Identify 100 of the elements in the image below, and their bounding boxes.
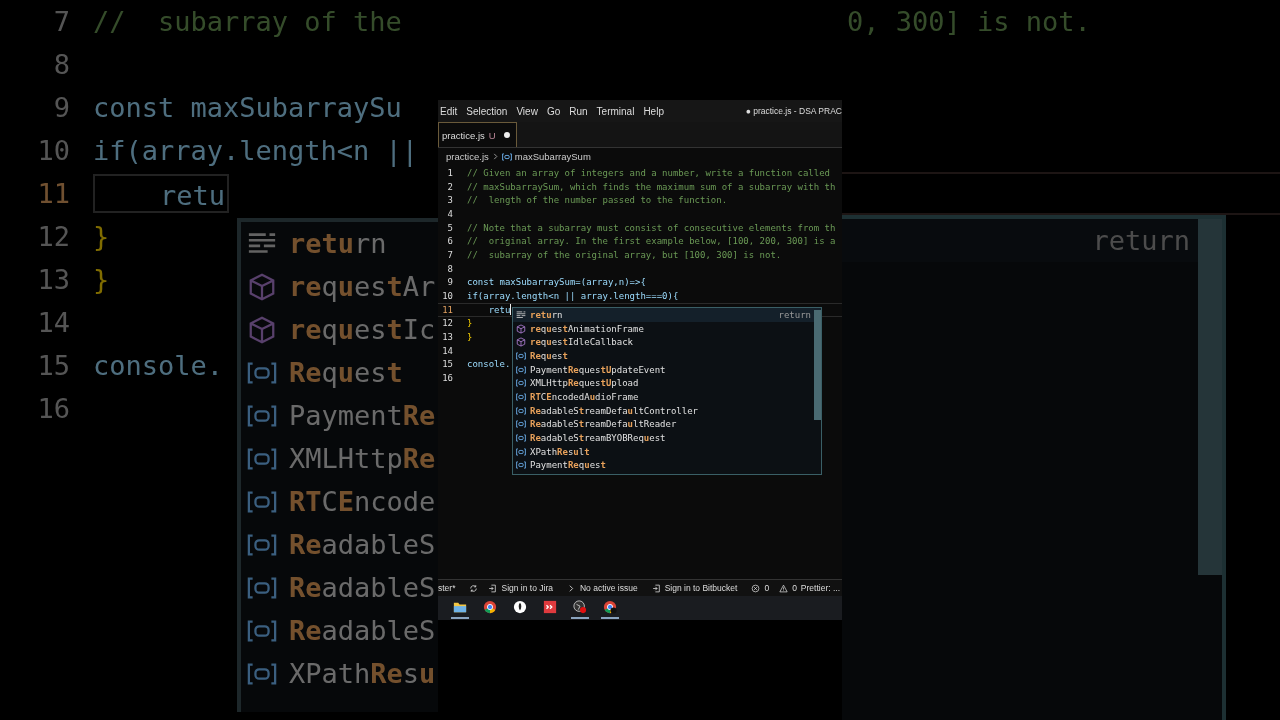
- status-item[interactable]: Sign in to Jira: [501, 583, 553, 593]
- suggestion-label[interactable]: return: [289, 228, 387, 259]
- suggestion-label[interactable]: RTCEncodedAudioFrame: [530, 391, 639, 402]
- line-number: 8: [52, 49, 71, 80]
- breadcrumb-file[interactable]: practice.js: [446, 151, 489, 162]
- warning-icon: [779, 583, 789, 593]
- variable-icon: [516, 350, 526, 361]
- status-item[interactable]: Prettier: ...: [800, 583, 841, 593]
- line-number: 11: [441, 304, 453, 315]
- suggestion-label[interactable]: requestAnimationFrame: [530, 323, 644, 334]
- line-number: 8: [446, 263, 453, 274]
- suggestion-detail: return: [1092, 225, 1190, 256]
- menu-item[interactable]: Selection: [466, 105, 508, 117]
- status-item[interactable]: 0: [764, 583, 770, 593]
- suggestion-label[interactable]: XMLHttpRe: [289, 443, 436, 474]
- line-number: 15: [441, 359, 453, 370]
- status-item[interactable]: No active issue: [580, 583, 638, 593]
- code-line: // Note that a subarray must consist of consecutive elements from th: [467, 222, 836, 233]
- menu-item[interactable]: Terminal: [596, 105, 635, 117]
- status-item[interactable]: Sign in to Bitbucket: [664, 583, 738, 593]
- suggestion-label[interactable]: ReadableS: [289, 529, 436, 560]
- code-line: const maxSubarraySum=(array,n)=>{: [467, 277, 646, 288]
- chevron-icon: [567, 583, 576, 593]
- line-number: 14: [441, 345, 453, 356]
- code-line: // length of the number passed to the function.: [467, 195, 728, 206]
- browser-profile-icon: [603, 600, 617, 614]
- sign-in-icon: [488, 583, 498, 593]
- menu-item[interactable]: View: [516, 105, 538, 117]
- suggestion-label[interactable]: return: [530, 309, 563, 320]
- suggestion-label[interactable]: Request: [289, 357, 403, 388]
- line-number: 14: [36, 307, 71, 338]
- variable-icon: [516, 378, 526, 389]
- line-number: 10: [36, 135, 71, 166]
- suggestion-label[interactable]: requestIc: [289, 314, 436, 345]
- menu-item[interactable]: Run: [569, 105, 588, 117]
- suggestion-label[interactable]: Request: [530, 350, 568, 361]
- line-number: 11: [36, 178, 71, 209]
- menu-item[interactable]: Go: [546, 105, 561, 117]
- line-number: 6: [446, 236, 453, 247]
- line-number: 12: [36, 221, 71, 252]
- suggestion-label[interactable]: XPathResult: [530, 446, 590, 457]
- line-number: 10: [441, 291, 453, 302]
- window-title: ● practice.js - DSA PRAC: [745, 106, 842, 116]
- suggestion-label[interactable]: XPathResu: [289, 658, 436, 689]
- variable-icon: [516, 391, 526, 402]
- breadcrumb-symbol[interactable]: maxSubarraySum: [514, 151, 591, 162]
- code-line: // maxSubarraySum, which finds the maximum sum of a subarray with th: [467, 181, 836, 192]
- scrollbar[interactable]: [1198, 219, 1222, 575]
- line-number: 13: [441, 332, 453, 343]
- suggestion-label[interactable]: ReadableStreamDefaultController: [530, 405, 698, 416]
- line-number: 16: [36, 393, 71, 424]
- error-icon: [751, 583, 761, 593]
- suggestion-label[interactable]: ReadableStreamDefaultReader: [530, 419, 677, 430]
- line-number: 2: [446, 181, 453, 192]
- line-number: 13: [36, 264, 71, 295]
- variable-icon: [516, 364, 526, 375]
- scrollbar[interactable]: [814, 310, 821, 420]
- sync-icon[interactable]: [469, 583, 479, 593]
- code-line: // subarray of the original array, but [100, 300] is not.: [467, 249, 782, 260]
- suggestion-label[interactable]: XMLHttpRequestUpload: [530, 378, 639, 389]
- code-line: if(array.length<n || array.length===0){: [467, 291, 679, 302]
- code-line: console.: [93, 350, 224, 381]
- line-number: 1: [446, 167, 453, 178]
- code-line: }: [93, 264, 110, 295]
- variable-icon: [501, 151, 512, 162]
- suggestion-detail: return: [778, 309, 811, 320]
- taskbar-button[interactable]: [571, 597, 589, 619]
- app-icon: [543, 600, 557, 614]
- recorder-icon: [573, 600, 587, 614]
- menu-item[interactable]: Edit: [440, 105, 458, 117]
- file-tab[interactable]: practice.js U: [438, 122, 517, 147]
- line-number: 5: [446, 222, 453, 233]
- suggestion-label[interactable]: ReadableS: [289, 572, 436, 603]
- code-line: 0, 300] is not.: [847, 6, 1091, 37]
- line-number: 9: [52, 92, 71, 123]
- suggestion-label[interactable]: PaymentRe: [289, 400, 436, 431]
- folder-icon: [453, 600, 467, 614]
- cube-icon: [247, 314, 277, 345]
- line-number: 12: [441, 318, 453, 329]
- code-line: // original array. In the first example below, [100, 200, 300] is a: [467, 236, 836, 247]
- menu-item[interactable]: Help: [643, 105, 664, 117]
- cube-icon: [516, 337, 526, 348]
- suggestion-label[interactable]: ReadableS: [289, 615, 436, 646]
- suggestion-label[interactable]: PaymentRequest: [530, 460, 606, 471]
- status-item[interactable]: 0: [792, 583, 797, 593]
- line-number: 7: [52, 6, 71, 37]
- status-item[interactable]: ster*: [438, 583, 456, 593]
- line-number: 3: [446, 195, 453, 206]
- suggestion-label[interactable]: ReadableStreamBYOBRequest: [530, 433, 666, 444]
- code-line: // subarray of the: [93, 6, 402, 37]
- suggestion-label[interactable]: requestIdleCallback: [530, 337, 633, 348]
- selected-suggestion[interactable]: return return: [513, 308, 821, 322]
- suggestion-label[interactable]: requestAr: [289, 271, 436, 302]
- line-number: 15: [36, 350, 71, 381]
- code-line: }: [467, 318, 473, 329]
- suggestion-label[interactable]: RTCEncode: [289, 486, 436, 517]
- variable-icon: [516, 419, 526, 430]
- suggestion-label[interactable]: PaymentRequestUpdateEvent: [530, 364, 666, 375]
- leaf-icon: [513, 600, 527, 614]
- variable-icon: [516, 460, 526, 471]
